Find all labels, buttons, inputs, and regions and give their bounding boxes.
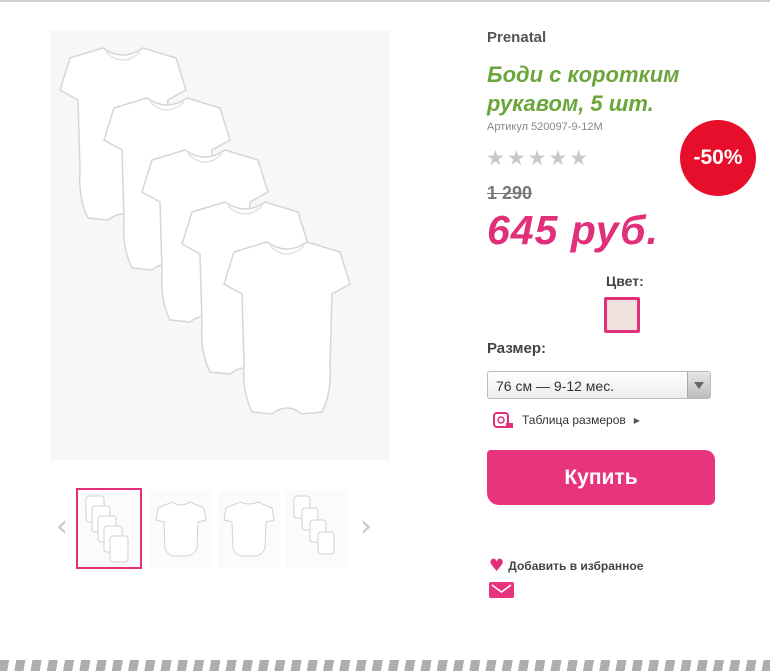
bottom-decorative-border [0,660,770,671]
triangle-right-icon: ▶ [633,415,640,425]
bodysuits-illustration [59,47,351,415]
current-price: 645 руб. [487,207,659,253]
add-to-favorites[interactable]: ♥ Добавить в избранное [489,556,643,576]
size-select[interactable]: 76 см — 9-12 мес. [487,371,711,399]
gallery-next-icon[interactable]: › [360,512,372,542]
brand-name[interactable]: Prenatal [487,29,546,46]
measuring-tape-icon [493,412,513,428]
chevron-down-icon[interactable] [687,372,710,398]
heart-icon: ♥ [489,556,505,576]
product-title: Боди с коротким рукавом, 5 шт. [487,62,680,116]
product-sku: Артикул 520097-9-12M [487,121,603,133]
thumbnail-front-image [155,501,207,557]
color-swatch[interactable] [604,297,640,333]
size-chart-link[interactable]: Таблица размеров ▶ [492,409,640,431]
thumbnail-3[interactable] [218,490,280,567]
product-main-image[interactable] [50,30,390,460]
thumbnail-1[interactable] [76,488,142,569]
discount-badge: -50% [680,120,756,196]
thumbnail-4[interactable] [286,490,348,567]
rating-stars-icon[interactable]: ★★★★★ [486,146,590,170]
thumbnail-set-image [293,495,335,555]
thumbnail-back-image [223,501,275,557]
buy-button[interactable]: Купить [487,450,715,505]
size-select-value: 76 см — 9-12 мес. [496,378,615,394]
size-chart-label: Таблица размеров [522,413,626,427]
thumbnail-2[interactable] [150,490,212,567]
gallery-prev-icon[interactable]: ‹ [56,512,68,542]
color-label: Цвет: [606,273,644,289]
thumbnail-stack-image [85,495,129,563]
mail-icon[interactable] [489,582,514,598]
favorite-label: Добавить в избранное [508,559,644,573]
top-divider [0,0,770,2]
size-label: Размер: [487,340,547,357]
old-price: 1 290 [487,183,533,203]
